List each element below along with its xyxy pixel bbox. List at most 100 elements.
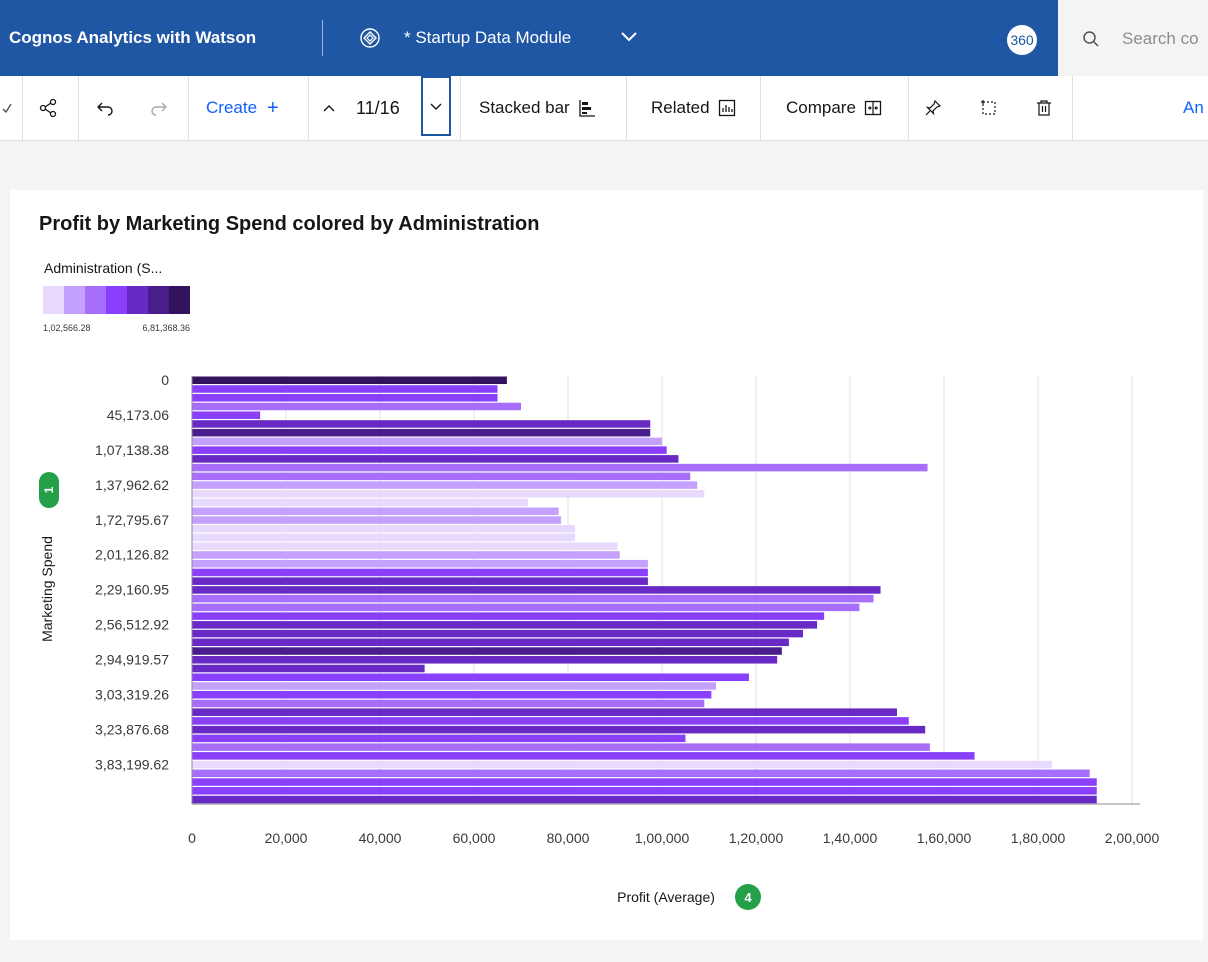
y-tick-label: 2,56,512.92 xyxy=(95,617,169,633)
bar xyxy=(192,699,705,708)
bar xyxy=(192,411,261,419)
toolbar-divider xyxy=(78,76,79,140)
bar xyxy=(192,551,620,559)
badge-count: 360 xyxy=(1010,32,1034,48)
toolbar-divider xyxy=(908,76,909,140)
bar xyxy=(192,516,561,524)
toolbar-divider xyxy=(188,76,189,140)
bar xyxy=(192,638,789,647)
bar xyxy=(192,752,975,760)
search-input[interactable]: Search co xyxy=(1122,29,1199,49)
module-icon xyxy=(360,28,380,48)
bar xyxy=(192,743,930,751)
y-tick-label: 1,72,795.67 xyxy=(95,512,169,528)
legend-swatch xyxy=(106,286,127,314)
module-chevron-down-icon[interactable] xyxy=(620,30,638,44)
y-tick-label: 3,23,876.68 xyxy=(95,721,169,737)
top-bar: Cognos Analytics with Watson * Startup D… xyxy=(0,0,1058,76)
app-name[interactable]: Cognos Analytics with Watson xyxy=(9,28,256,48)
bar xyxy=(192,629,803,638)
bar xyxy=(192,664,425,673)
x-tick-label: 1,60,000 xyxy=(917,830,972,846)
y-axis-badge-count: 1 xyxy=(42,486,56,493)
bar xyxy=(192,559,648,568)
toolbar-divider xyxy=(1072,76,1073,140)
y-tick-label: 0 xyxy=(161,372,169,388)
bar xyxy=(192,542,618,550)
legend-swatch xyxy=(127,286,148,314)
bar xyxy=(192,455,679,463)
next-page-button[interactable] xyxy=(421,76,451,136)
x-axis-title: Profit (Average) xyxy=(617,889,715,905)
y-tick-label: 2,94,919.57 xyxy=(95,652,169,668)
checkmark-icon[interactable] xyxy=(2,76,14,140)
pin-icon[interactable] xyxy=(924,76,944,140)
legend-swatch xyxy=(169,286,190,314)
bar xyxy=(192,612,825,620)
chevron-up-icon[interactable] xyxy=(322,76,338,140)
legend-swatch xyxy=(64,286,85,314)
y-tick-label: 2,01,126.82 xyxy=(95,547,169,563)
x-tick-label: 2,00,000 xyxy=(1105,830,1160,846)
toolbar-overflow-item[interactable]: An xyxy=(1183,76,1204,140)
bar xyxy=(192,717,909,725)
delete-icon[interactable] xyxy=(1035,76,1055,140)
undo-icon[interactable] xyxy=(96,76,116,140)
bar xyxy=(192,586,881,594)
y-tick-label: 3,83,199.62 xyxy=(95,756,169,772)
bar xyxy=(192,402,521,411)
bar xyxy=(192,463,928,472)
search-icon xyxy=(1082,30,1100,48)
legend-swatch xyxy=(85,286,106,314)
bar xyxy=(192,533,576,542)
y-tick-label: 2,29,160.95 xyxy=(95,582,169,598)
bar xyxy=(192,647,782,655)
search-box[interactable]: Search co xyxy=(1058,0,1208,76)
related-button[interactable]: Related xyxy=(651,76,736,140)
select-region-icon[interactable] xyxy=(980,76,1000,140)
y-tick-label: 1,07,138.38 xyxy=(95,442,169,458)
bar xyxy=(192,428,651,437)
x-axis-badge-count: 4 xyxy=(744,890,752,905)
share-icon[interactable] xyxy=(38,76,62,140)
bar xyxy=(192,708,897,716)
bar xyxy=(192,594,874,603)
bar xyxy=(192,690,712,699)
bar xyxy=(192,481,698,489)
x-tick-label: 1,20,000 xyxy=(729,830,784,846)
legend-max-label: 6,81,368.36 xyxy=(142,323,190,333)
stacked-bar-button[interactable]: Stacked bar xyxy=(479,76,596,140)
x-tick-label: 1,40,000 xyxy=(823,830,878,846)
y-tick-label: 1,37,962.62 xyxy=(95,477,169,493)
module-title[interactable]: * Startup Data Module xyxy=(404,28,571,48)
toolbar-divider xyxy=(626,76,627,140)
bar xyxy=(192,673,749,682)
x-tick-label: 80,000 xyxy=(547,830,590,846)
compare-label: Compare xyxy=(786,98,856,117)
bar xyxy=(192,385,498,393)
x-tick-label: 20,000 xyxy=(265,830,308,846)
chart-card: Profit by Marketing Spend colored by Adm… xyxy=(10,190,1203,940)
x-tick-label: 40,000 xyxy=(359,830,402,846)
redo-icon[interactable] xyxy=(150,76,170,140)
toolbar-divider xyxy=(760,76,761,140)
bar xyxy=(192,603,860,612)
bar xyxy=(192,524,576,533)
page-counter: 11/16 xyxy=(356,97,400,118)
y-axis-title: Marketing Spend xyxy=(39,536,55,642)
chevron-down-icon xyxy=(430,103,442,110)
bar xyxy=(192,437,662,446)
toolbar-divider xyxy=(308,76,309,140)
legend-swatch xyxy=(148,286,169,314)
stacked-bar-label: Stacked bar xyxy=(479,98,570,117)
y-tick-label: 45,173.06 xyxy=(107,407,169,423)
notifications-badge[interactable]: 360 xyxy=(1007,25,1037,55)
bar xyxy=(192,490,705,498)
bar xyxy=(192,577,648,585)
compare-button[interactable]: Compare xyxy=(786,76,882,140)
legend-min-label: 1,02,566.28 xyxy=(43,323,91,333)
bar xyxy=(192,621,818,629)
toolbar-divider xyxy=(22,76,23,140)
create-button[interactable]: Create + xyxy=(206,76,279,140)
x-tick-label: 1,80,000 xyxy=(1011,830,1066,846)
